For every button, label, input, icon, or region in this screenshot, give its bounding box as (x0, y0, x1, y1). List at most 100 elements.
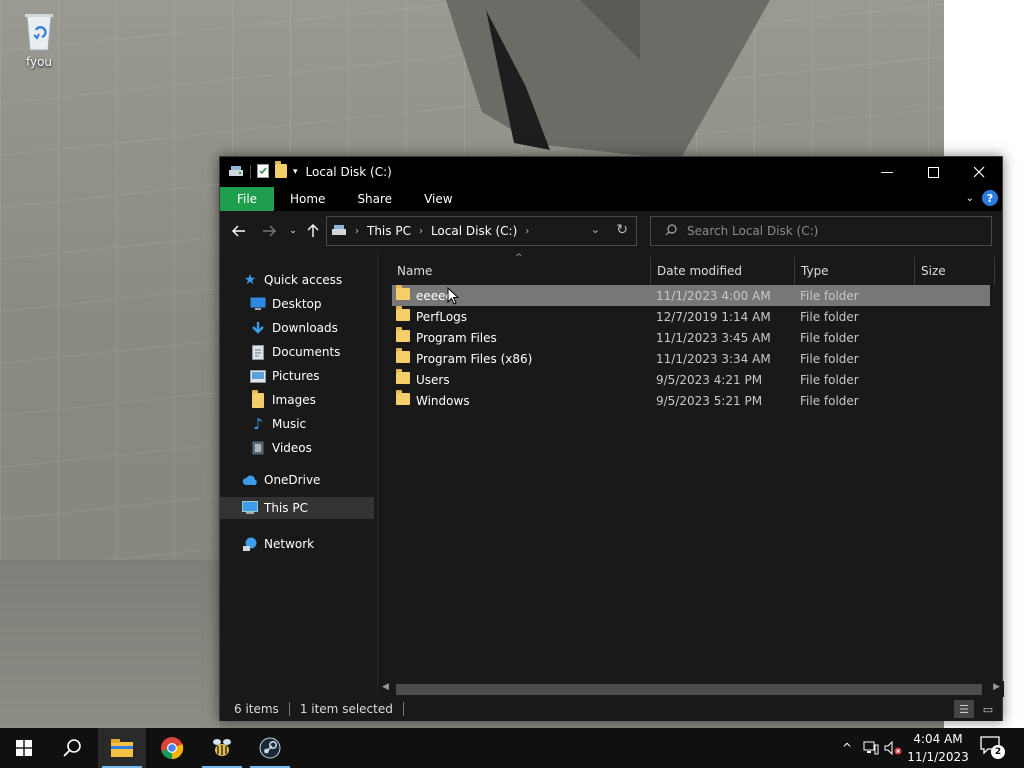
column-headers: ^ Name Date modified Type Size (378, 253, 998, 285)
music-icon: ♪ (253, 415, 263, 433)
nav-label: Pictures (272, 369, 320, 383)
up-button[interactable] (302, 221, 324, 241)
nav-desktop[interactable]: Desktop 📌 (250, 293, 398, 315)
nav-images[interactable]: Images (250, 389, 316, 411)
cloud-icon (242, 472, 258, 488)
action-center-button[interactable]: 2 (980, 736, 1006, 760)
folder-icon (250, 389, 266, 408)
file-type: File folder (800, 330, 859, 345)
chevron-right-icon[interactable]: › (419, 226, 423, 237)
toolbar-separator (250, 165, 251, 179)
large-icons-view-icon[interactable]: ▭ (978, 700, 998, 718)
file-date: 9/5/2023 5:21 PM (656, 393, 763, 408)
document-icon (250, 344, 266, 360)
nav-quick-access[interactable]: ★ Quick access (242, 269, 342, 291)
nav-label: Desktop (272, 297, 322, 311)
file-row-program-files[interactable]: Program Files 11/1/2023 3:45 AM File fol… (392, 327, 990, 348)
close-button[interactable] (956, 157, 1002, 187)
file-name: Windows (416, 393, 470, 408)
maximize-button[interactable] (910, 157, 956, 187)
nav-music[interactable]: ♪ Music (250, 413, 306, 435)
network-tray-icon[interactable] (862, 739, 880, 757)
help-icon[interactable]: ? (982, 190, 998, 206)
scroll-right-icon[interactable]: ▶ (993, 682, 1000, 692)
nav-onedrive[interactable]: OneDrive (242, 469, 320, 491)
tab-home[interactable]: Home (274, 187, 341, 211)
file-list-pane: ^ Name Date modified Type Size eeeee 11/… (378, 251, 1002, 691)
tab-view[interactable]: View (408, 187, 468, 211)
recent-locations-button[interactable]: ⌄ (282, 221, 304, 241)
column-header-name[interactable]: Name (391, 257, 651, 285)
expand-ribbon-icon[interactable]: ⌄ (966, 193, 974, 204)
minimize-button[interactable]: — (864, 157, 910, 187)
search-input[interactable] (687, 224, 967, 238)
pictures-icon (250, 368, 266, 384)
notification-count-badge: 2 (991, 745, 1005, 759)
chevron-right-icon[interactable]: › (525, 226, 529, 237)
file-explorer-window: ▾ Local Disk (C:) — File Home Share View… (219, 156, 1004, 721)
nav-videos[interactable]: Videos (250, 437, 312, 459)
taskbar-search-button[interactable] (48, 728, 96, 768)
file-type: File folder (800, 372, 859, 387)
status-separator (402, 702, 404, 716)
bee-app-icon (213, 739, 231, 756)
back-button[interactable] (228, 221, 250, 241)
quick-access-toolbar: ▾ (220, 157, 298, 187)
column-header-size[interactable]: Size (915, 257, 995, 285)
file-date: 11/1/2023 4:00 AM (656, 288, 771, 303)
file-row-windows[interactable]: Windows 9/5/2023 5:21 PM File folder (392, 390, 990, 411)
scroll-left-icon[interactable]: ◀ (382, 682, 389, 692)
taskbar-app-bee[interactable] (198, 728, 246, 768)
file-row-perflogs[interactable]: PerfLogs 12/7/2019 1:14 AM File folder (392, 306, 990, 327)
file-row-eeeee[interactable]: eeeee 11/1/2023 4:00 AM File folder (392, 285, 990, 306)
horizontal-scrollbar[interactable]: ◀ ▶ (378, 681, 1004, 697)
desktop-icon (250, 296, 266, 312)
breadcrumb-local-disk[interactable]: Local Disk (C:) (431, 224, 517, 238)
customize-toolbar-icon[interactable]: ▾ (293, 167, 298, 177)
recycle-bin-desktop-icon[interactable]: fyou (8, 8, 70, 69)
scrollbar-thumb[interactable] (396, 684, 982, 695)
breadcrumb-this-pc[interactable]: This PC (367, 224, 411, 238)
file-name: Program Files (x86) (416, 351, 533, 366)
column-header-date[interactable]: Date modified (651, 257, 795, 285)
show-hidden-icons-chevron-up-icon[interactable]: ^ (838, 739, 856, 757)
column-header-type[interactable]: Type (795, 257, 915, 285)
folder-icon (396, 348, 412, 365)
properties-icon[interactable] (257, 163, 269, 181)
volume-muted-icon[interactable] (884, 739, 902, 757)
taskbar-chrome[interactable] (148, 728, 196, 768)
chevron-right-icon[interactable]: › (355, 226, 359, 237)
nav-pictures[interactable]: Pictures 📌 (250, 365, 398, 387)
file-row-users[interactable]: Users 9/5/2023 4:21 PM File folder (392, 369, 990, 390)
search-icon (63, 739, 81, 757)
refresh-icon[interactable]: ↻ (616, 222, 628, 238)
nav-label: Quick access (264, 273, 343, 287)
taskbar-file-explorer[interactable] (98, 728, 146, 768)
forward-button[interactable] (258, 221, 280, 241)
folder-icon (396, 306, 412, 323)
window-controls: — (864, 157, 1002, 187)
taskbar-steam[interactable] (246, 728, 294, 768)
nav-network[interactable]: Network (242, 533, 314, 555)
new-folder-icon[interactable] (275, 160, 287, 181)
tab-share[interactable]: Share (341, 187, 408, 211)
taskbar-clock[interactable]: 4:04 AM 11/1/2023 (904, 730, 972, 766)
nav-documents[interactable]: Documents 📌 (250, 341, 398, 363)
title-bar[interactable]: ▾ Local Disk (C:) — (220, 157, 1002, 187)
start-button[interactable] (0, 728, 48, 768)
search-box[interactable] (650, 216, 992, 246)
file-name: Users (416, 372, 450, 387)
nav-label: OneDrive (264, 473, 321, 487)
nav-downloads[interactable]: Downloads 📌 (250, 317, 398, 339)
file-date: 11/1/2023 3:34 AM (656, 351, 771, 366)
details-view-icon[interactable]: ☰ (954, 700, 974, 718)
address-bar[interactable]: › This PC › Local Disk (C:) › ⌄ ↻ (326, 216, 637, 246)
ribbon-tabs: File Home Share View ⌄ ? (220, 187, 1002, 211)
file-type: File folder (800, 309, 859, 324)
file-row-program-files-x86[interactable]: Program Files (x86) 11/1/2023 3:34 AM Fi… (392, 348, 990, 369)
status-separator (288, 702, 290, 716)
nav-this-pc[interactable]: This PC (220, 497, 374, 519)
address-dropdown-icon[interactable]: ⌄ (591, 223, 600, 236)
tab-file[interactable]: File (220, 187, 274, 211)
file-type: File folder (800, 288, 859, 303)
